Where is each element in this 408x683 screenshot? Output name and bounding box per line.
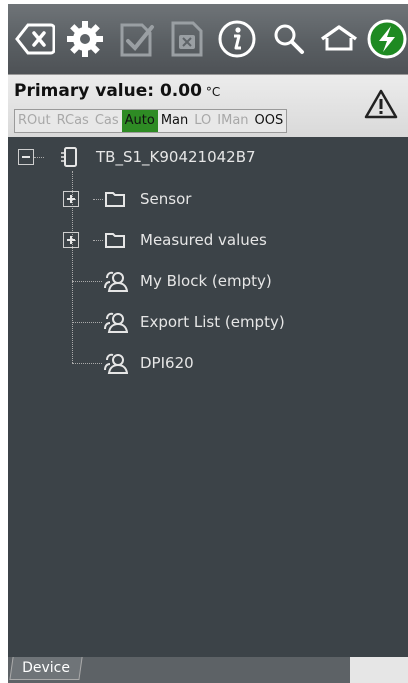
tree-connector xyxy=(34,157,44,158)
warning-icon[interactable] xyxy=(364,89,398,123)
home-icon[interactable] xyxy=(316,16,362,62)
tree-connector xyxy=(72,363,102,364)
app-window: Primary value: 0.00 °C ROut RCas Cas Auto… xyxy=(0,0,408,683)
tree-item-label: Sensor xyxy=(140,190,192,208)
gear-icon[interactable] xyxy=(62,16,108,62)
backspace-icon[interactable] xyxy=(12,16,58,62)
tree-item-root[interactable]: TB_S1_K90421042B7 xyxy=(60,145,256,169)
mode-iman: IMan xyxy=(217,113,249,128)
tree-item-label: Measured values xyxy=(140,231,267,249)
device-icon xyxy=(61,147,77,167)
tree-item-label: TB_S1_K90421042B7 xyxy=(96,148,256,166)
folder-icon xyxy=(105,233,125,248)
tree-item-measured-values[interactable]: Measured values xyxy=(104,228,267,252)
tree-item-label: My Block (empty) xyxy=(140,272,272,290)
tree-connector xyxy=(93,240,103,241)
folder-icon xyxy=(105,192,125,207)
footer-bar: Device xyxy=(8,657,408,683)
expand-toggle[interactable] xyxy=(63,232,79,248)
tree-item-dpi620[interactable]: DPI620 xyxy=(104,351,194,375)
tree-item-label: Export List (empty) xyxy=(140,313,285,331)
mode-rout: ROut xyxy=(18,113,51,128)
mode-man: Man xyxy=(160,113,189,128)
expand-toggle[interactable] xyxy=(63,191,79,207)
tree-item-my-block[interactable]: My Block (empty) xyxy=(104,269,272,293)
mode-auto: Auto xyxy=(121,110,158,132)
mode-oos: OOS xyxy=(254,113,284,128)
status-panel: Primary value: 0.00 °C ROut RCas Cas Auto… xyxy=(8,74,408,137)
tree-item-sensor[interactable]: Sensor xyxy=(104,187,191,211)
mode-cas: Cas xyxy=(94,113,119,128)
device-tree: TB_S1_K90421042B7 Sensor Measured values xyxy=(8,137,408,657)
tree-connector xyxy=(72,322,102,323)
tree-item-label: DPI620 xyxy=(140,354,194,372)
collapse-toggle[interactable] xyxy=(18,149,34,165)
user-block-icon xyxy=(104,312,128,333)
mode-lo: LO xyxy=(194,113,212,128)
footer-corner xyxy=(350,657,408,683)
tree-connector xyxy=(72,281,102,282)
mode-rcas: RCas xyxy=(56,113,89,128)
tab-device[interactable]: Device xyxy=(9,657,83,680)
tab-device-label: Device xyxy=(22,660,70,676)
primary-value-label: Primary value: 0.00 xyxy=(14,81,202,101)
user-block-icon xyxy=(104,353,128,374)
connect-icon[interactable] xyxy=(364,16,408,62)
search-icon[interactable] xyxy=(266,16,312,62)
cancel-icon[interactable] xyxy=(164,16,210,62)
toolbar xyxy=(8,4,408,74)
mode-bar: ROut RCas Cas Auto Man LO IMan OOS xyxy=(14,109,288,133)
tree-item-export-list[interactable]: Export List (empty) xyxy=(104,310,285,334)
user-block-icon xyxy=(104,271,128,292)
primary-value-unit: °C xyxy=(205,85,221,99)
info-icon[interactable] xyxy=(214,16,260,62)
primary-value: Primary value: 0.00 °C xyxy=(14,81,220,101)
tree-connector xyxy=(93,199,103,200)
apply-icon[interactable] xyxy=(114,16,160,62)
